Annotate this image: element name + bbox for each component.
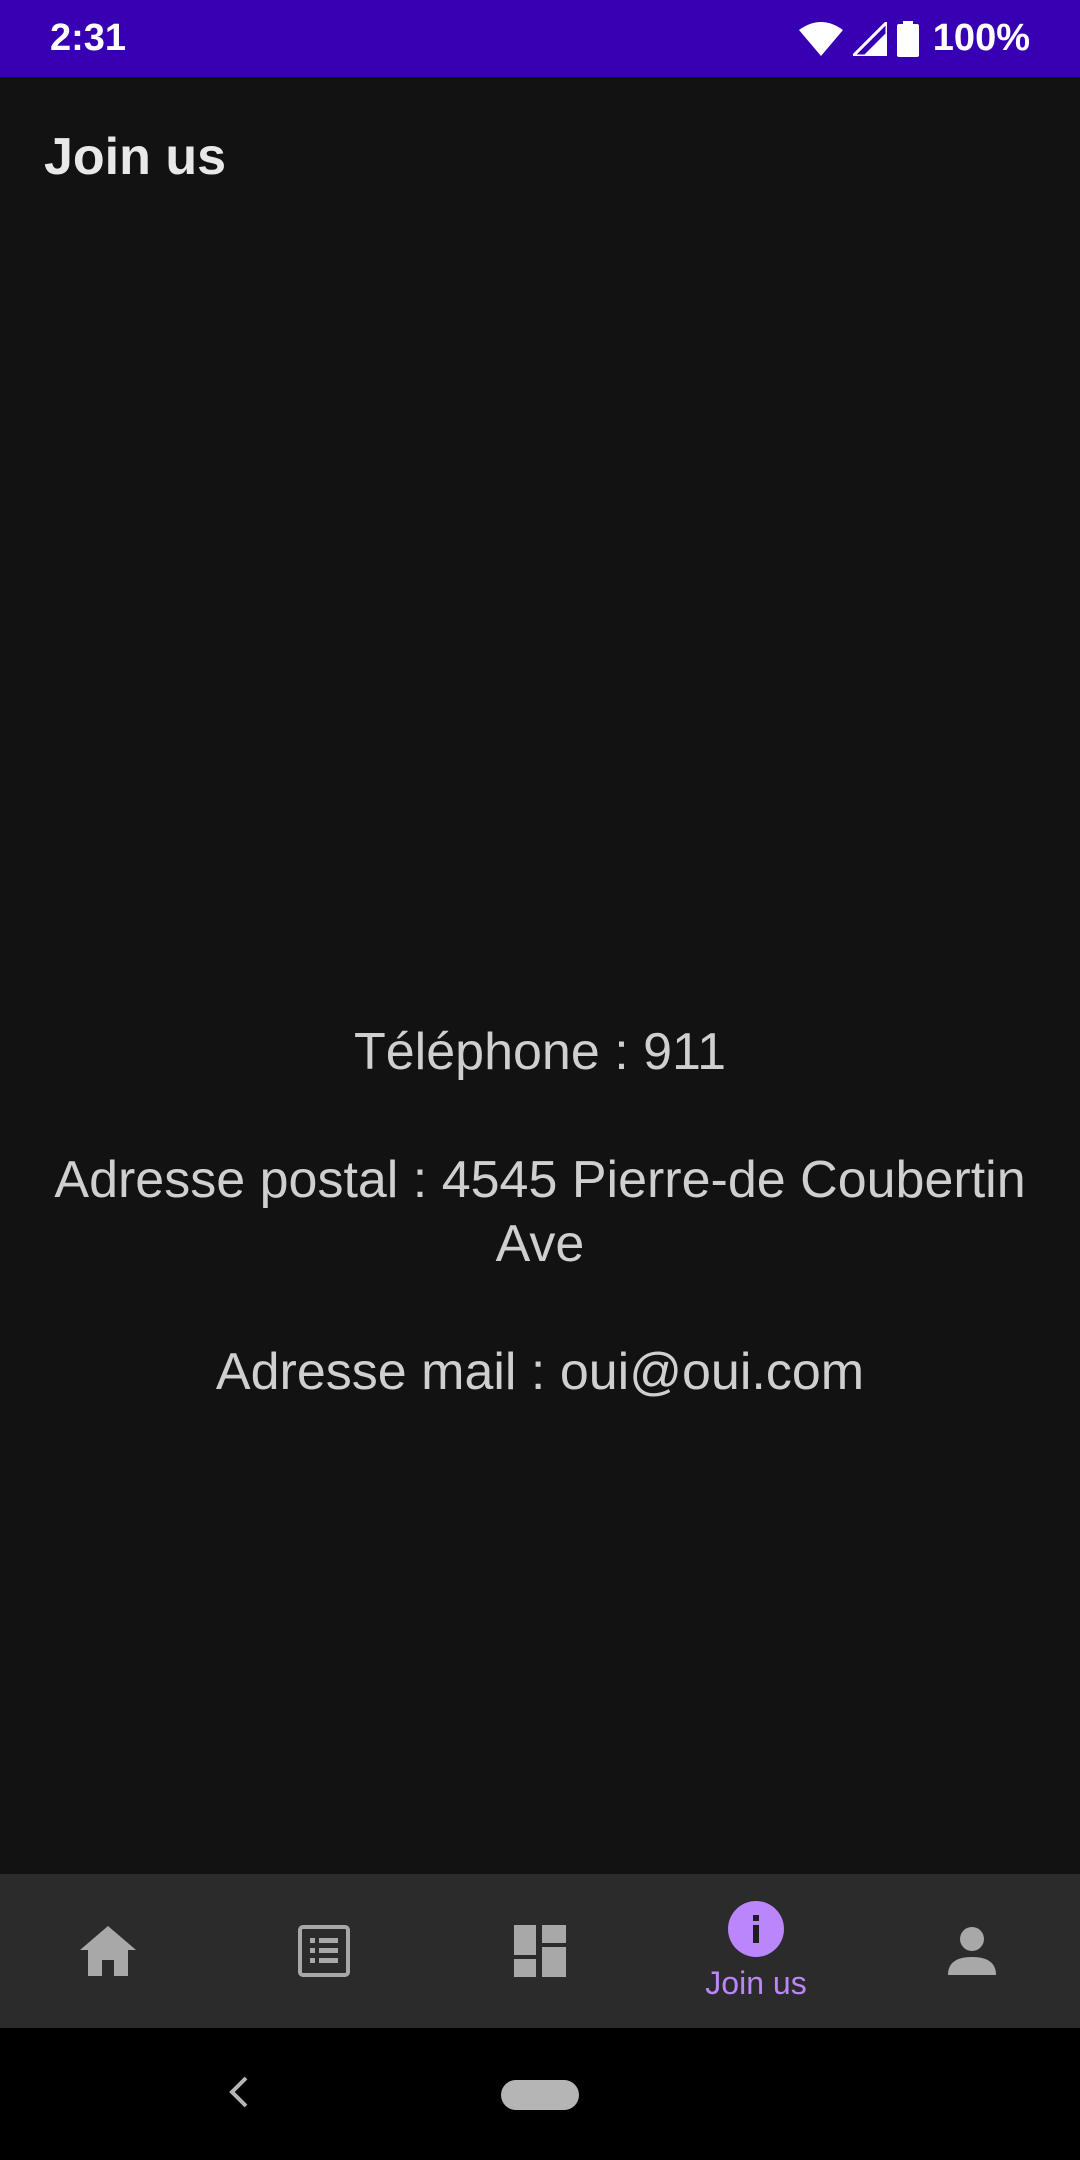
home-icon (80, 1926, 136, 1976)
battery-percent: 100% (932, 17, 1030, 59)
back-icon[interactable] (226, 2074, 250, 2115)
email-text: Adresse mail : oui@oui.com (215, 1343, 865, 1401)
nav-profile[interactable] (864, 1874, 1080, 2028)
status-icons: 100% (798, 17, 1030, 60)
status-bar: 2:31 100% (0, 0, 1080, 77)
status-time: 2:31 (50, 17, 127, 59)
wifi-icon (798, 21, 843, 56)
list-icon (298, 1925, 350, 1977)
nav-join-us-label: Join us (705, 1964, 807, 2001)
signal-icon (852, 21, 887, 56)
address-text-line1: Adresse postal : 4545 Pierre-de Couberti… (54, 1151, 1026, 1209)
person-icon (948, 1927, 996, 1975)
dashboard-icon (514, 1925, 566, 1977)
contact-info: Téléphone : 911 Adresse postal : 4545 Pi… (0, 1020, 1080, 1404)
address-text-line2: Ave (495, 1215, 585, 1273)
app-bar: Join us (0, 77, 1080, 237)
home-pill[interactable] (501, 2080, 579, 2110)
page-title: Join us (44, 128, 227, 186)
nav-dashboard[interactable] (432, 1874, 648, 2028)
info-icon (728, 1900, 784, 1957)
phone-text: Téléphone : 911 (354, 1023, 726, 1081)
nav-join-us[interactable]: Join us (648, 1874, 864, 2028)
system-navigation-bar (0, 2028, 1080, 2160)
bottom-navigation: Join us (0, 1874, 1080, 2028)
nav-list[interactable] (216, 1874, 432, 2028)
battery-icon (896, 20, 919, 57)
nav-home[interactable] (0, 1874, 216, 2028)
